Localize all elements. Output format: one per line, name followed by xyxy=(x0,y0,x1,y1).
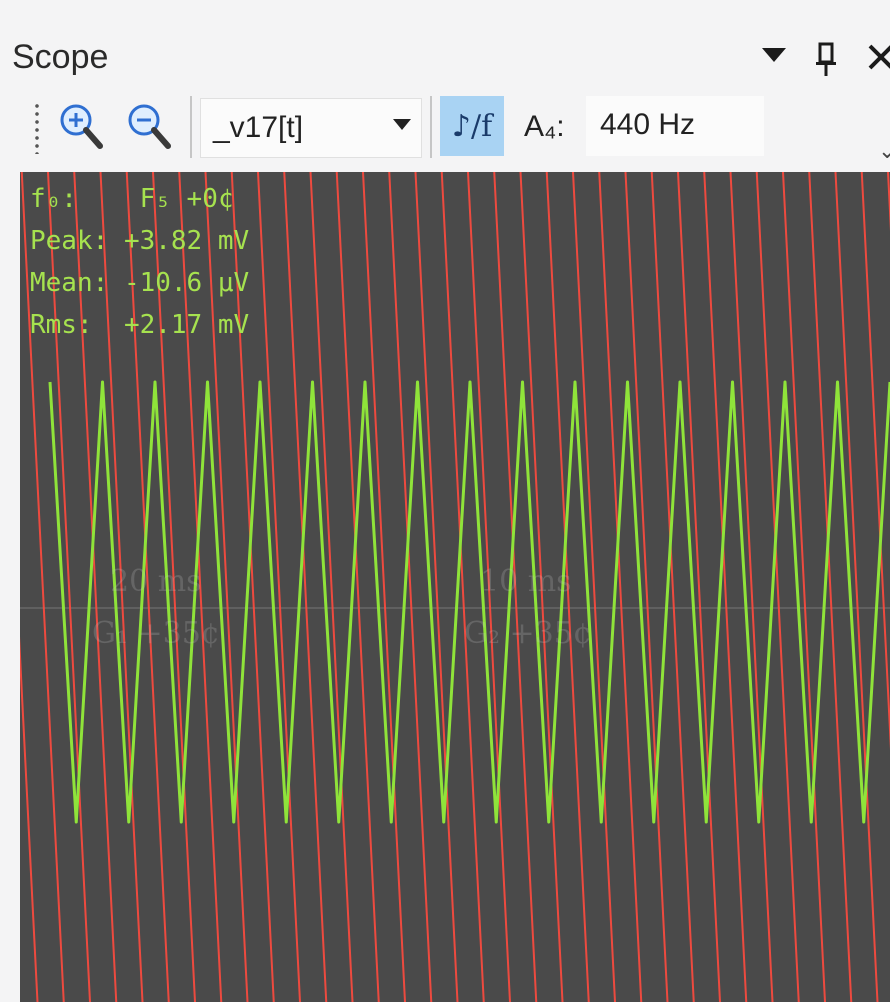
period-marker-line xyxy=(703,172,748,1002)
close-icon[interactable] xyxy=(866,42,890,78)
readout-mean: Mean: -10.6 μV xyxy=(30,268,249,298)
period-marker-line xyxy=(755,172,800,1002)
reference-frequency-value: 440 Hz xyxy=(600,108,696,141)
chevron-down-icon[interactable] xyxy=(393,119,411,130)
toolbar-overflow-icon[interactable]: ⌄ xyxy=(878,138,890,164)
period-marker-line xyxy=(808,172,853,1002)
window-title: Scope xyxy=(12,38,109,76)
period-marker-line xyxy=(572,172,616,1002)
waveform-trace xyxy=(48,380,890,824)
toolbar-separator xyxy=(430,96,432,158)
readout-label: f₀: xyxy=(30,184,77,214)
signal-select-value: _v17[t] xyxy=(213,111,304,144)
period-marker-line xyxy=(650,172,695,1002)
note-frequency-toggle-button[interactable]: ♪/f xyxy=(440,96,504,156)
period-marker-line xyxy=(834,172,879,1002)
period-marker-line xyxy=(335,172,380,1002)
period-marker-line xyxy=(309,172,354,1002)
toolbar-separator xyxy=(190,96,192,158)
period-marker-line xyxy=(598,172,643,1002)
pin-icon[interactable] xyxy=(814,42,838,84)
readout-f0: f₀: F₅ +0¢ xyxy=(30,184,234,214)
signal-select[interactable]: _v17[t] xyxy=(200,98,422,158)
toolbar-grip[interactable] xyxy=(34,102,40,154)
period-marker-line xyxy=(440,172,485,1002)
period-marker-line xyxy=(782,172,826,1002)
period-marker-line xyxy=(624,172,669,1002)
zoom-in-icon[interactable] xyxy=(58,102,103,150)
grid-time-label: 10 ms xyxy=(480,564,572,599)
period-marker-line xyxy=(283,172,328,1002)
readout-label: Rms: xyxy=(30,310,93,340)
scope-window: Scope _v17[t] ♪/f A₄: 440 Hz ⌄ 20 ms G₁ … xyxy=(0,0,890,1002)
readout-value: +2.17 mV xyxy=(123,310,250,340)
scope-plot[interactable]: 20 ms G₁ +35¢ 10 ms G₂ +35¢ f₀: F₅ +0¢ P… xyxy=(20,172,890,1002)
period-marker-line xyxy=(414,172,459,1002)
period-marker-line xyxy=(860,172,890,751)
grid-note-label: G₂ +35¢ xyxy=(464,616,592,651)
zoom-out-icon[interactable] xyxy=(126,102,171,150)
grid-note-label: G₁ +35¢ xyxy=(92,616,220,651)
reference-frequency-field[interactable]: 440 Hz xyxy=(586,96,764,156)
readout-value: -10.6 μV xyxy=(123,268,250,298)
period-marker-line xyxy=(257,172,301,1002)
reference-pitch-label: A₄: xyxy=(524,110,565,143)
period-marker-line xyxy=(677,172,721,1002)
readout-peak: Peak: +3.82 mV xyxy=(30,226,249,256)
readout-label: Mean: xyxy=(30,268,109,298)
readout-rms: Rms: +2.17 mV xyxy=(30,310,249,340)
note-frequency-toggle-label: ♪/f xyxy=(451,108,493,144)
readout-value: +3.82 mV xyxy=(123,226,250,256)
readout-value: F₅ +0¢ xyxy=(139,184,234,214)
period-marker-line xyxy=(388,172,433,1002)
title-bar: Scope xyxy=(0,8,890,88)
period-marker-line xyxy=(729,172,774,1002)
grid-time-label: 20 ms xyxy=(110,564,202,599)
period-marker-line xyxy=(362,172,406,1002)
dropdown-triangle-icon[interactable] xyxy=(760,42,788,72)
readout-label: Peak: xyxy=(30,226,109,256)
